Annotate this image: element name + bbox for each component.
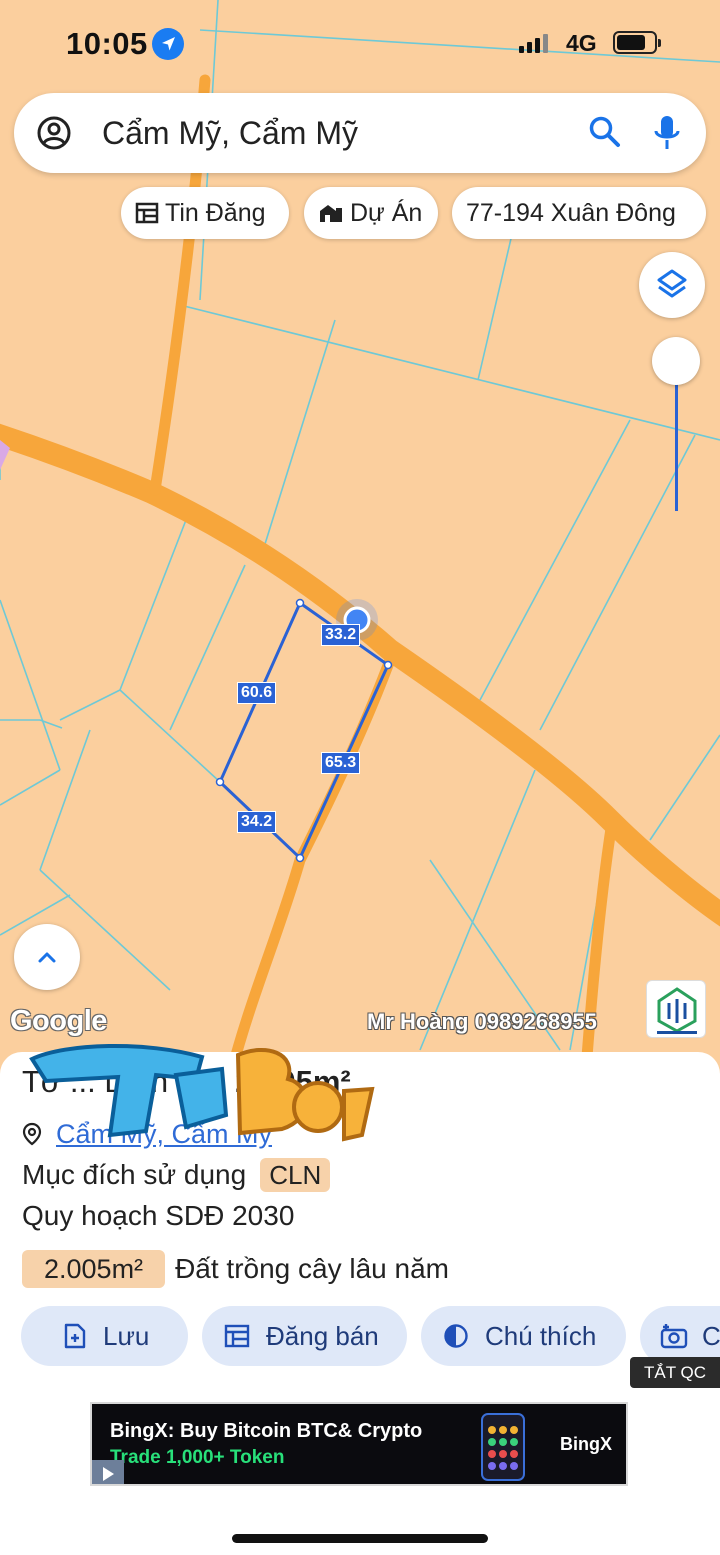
chevron-up-icon: [38, 952, 56, 963]
network-type: 4G: [566, 30, 597, 56]
save-doc-icon: [64, 1323, 86, 1349]
home-indicator[interactable]: [232, 1534, 488, 1543]
parcel-dimension-label: 60.6: [237, 682, 277, 704]
parcel-dimension-label: 33.2: [321, 624, 361, 646]
search-icon[interactable]: [588, 115, 622, 149]
ad-subline: Trade 1,000+ Token: [110, 1447, 285, 1468]
listing-icon: [135, 202, 159, 224]
land-purpose-row: Mục đích sử dụng CLN: [22, 1158, 331, 1192]
legend-button[interactable]: Chú thích: [421, 1306, 626, 1366]
status-bar: 10:05 4G: [0, 0, 720, 86]
save-button[interactable]: Lưu: [21, 1306, 188, 1366]
purpose-code-badge: CLN: [260, 1158, 331, 1192]
action-label: Đăng bán: [266, 1320, 379, 1351]
planning-label: Quy hoạch SDĐ 2030: [22, 1200, 295, 1231]
action-label: Lưu: [103, 1320, 150, 1351]
listing-icon: [224, 1324, 250, 1348]
opacity-slider[interactable]: [652, 337, 700, 517]
ad-brand: BingX: [560, 1434, 612, 1454]
chip-label: Tin Đăng: [165, 198, 266, 227]
search-input[interactable]: [102, 111, 572, 155]
parcel-dimension-label: 34.2: [237, 811, 277, 833]
action-label: Chú thích: [485, 1320, 597, 1351]
building-icon: [320, 205, 342, 222]
layers-icon: [657, 269, 687, 298]
parcel-dimension-label: 65.3: [321, 752, 361, 774]
account-circle-icon[interactable]: [36, 115, 72, 151]
company-logo: [646, 980, 706, 1038]
expand-up-button[interactable]: [14, 924, 80, 990]
slider-thumb[interactable]: [652, 337, 700, 385]
status-time: 10:05: [66, 26, 148, 61]
search-bar[interactable]: [14, 93, 706, 173]
location-arrow-icon: [152, 28, 184, 60]
land-usage-row: 2.005m² Đất trồng cây lâu năm: [22, 1250, 449, 1288]
ad-headline: BingX: Buy Bitcoin BTC& Crypto: [110, 1420, 423, 1442]
chip-du-an[interactable]: Dự Án: [304, 187, 438, 239]
chip-tin-dang[interactable]: Tin Đăng: [121, 187, 289, 239]
sticker-image: [29, 1044, 375, 1142]
phone-graphic-icon: [481, 1413, 525, 1481]
chip-label: 77-194 Xuân Đông: [466, 198, 676, 227]
post-for-sale-button[interactable]: Đăng bán: [202, 1306, 407, 1366]
contrast-icon: [444, 1324, 468, 1348]
usage-area-badge: 2.005m²: [22, 1250, 166, 1288]
chip-label: Dự Án: [350, 198, 423, 227]
mic-icon[interactable]: [652, 113, 682, 153]
usage-type: Đất trồng cây lâu năm: [175, 1253, 449, 1284]
ad-banner[interactable]: BingX: Buy Bitcoin BTC& Crypto Trade 1,0…: [90, 1402, 628, 1486]
watermark-text: Mr Hoàng 0989268955: [367, 1009, 597, 1034]
ad-info-icon[interactable]: [92, 1460, 124, 1484]
action-label: C: [702, 1320, 720, 1351]
purpose-label: Mục đích sử dụng: [22, 1159, 247, 1190]
google-logo: Google: [10, 1005, 107, 1037]
signal-bars-icon: [519, 33, 549, 53]
add-camera-icon: [660, 1324, 688, 1349]
layers-button[interactable]: [639, 252, 705, 318]
close-ad-button[interactable]: TẮT QC: [630, 1357, 720, 1388]
chip-location[interactable]: 77-194 Xuân Đông: [452, 187, 706, 239]
battery-icon: [613, 31, 661, 54]
